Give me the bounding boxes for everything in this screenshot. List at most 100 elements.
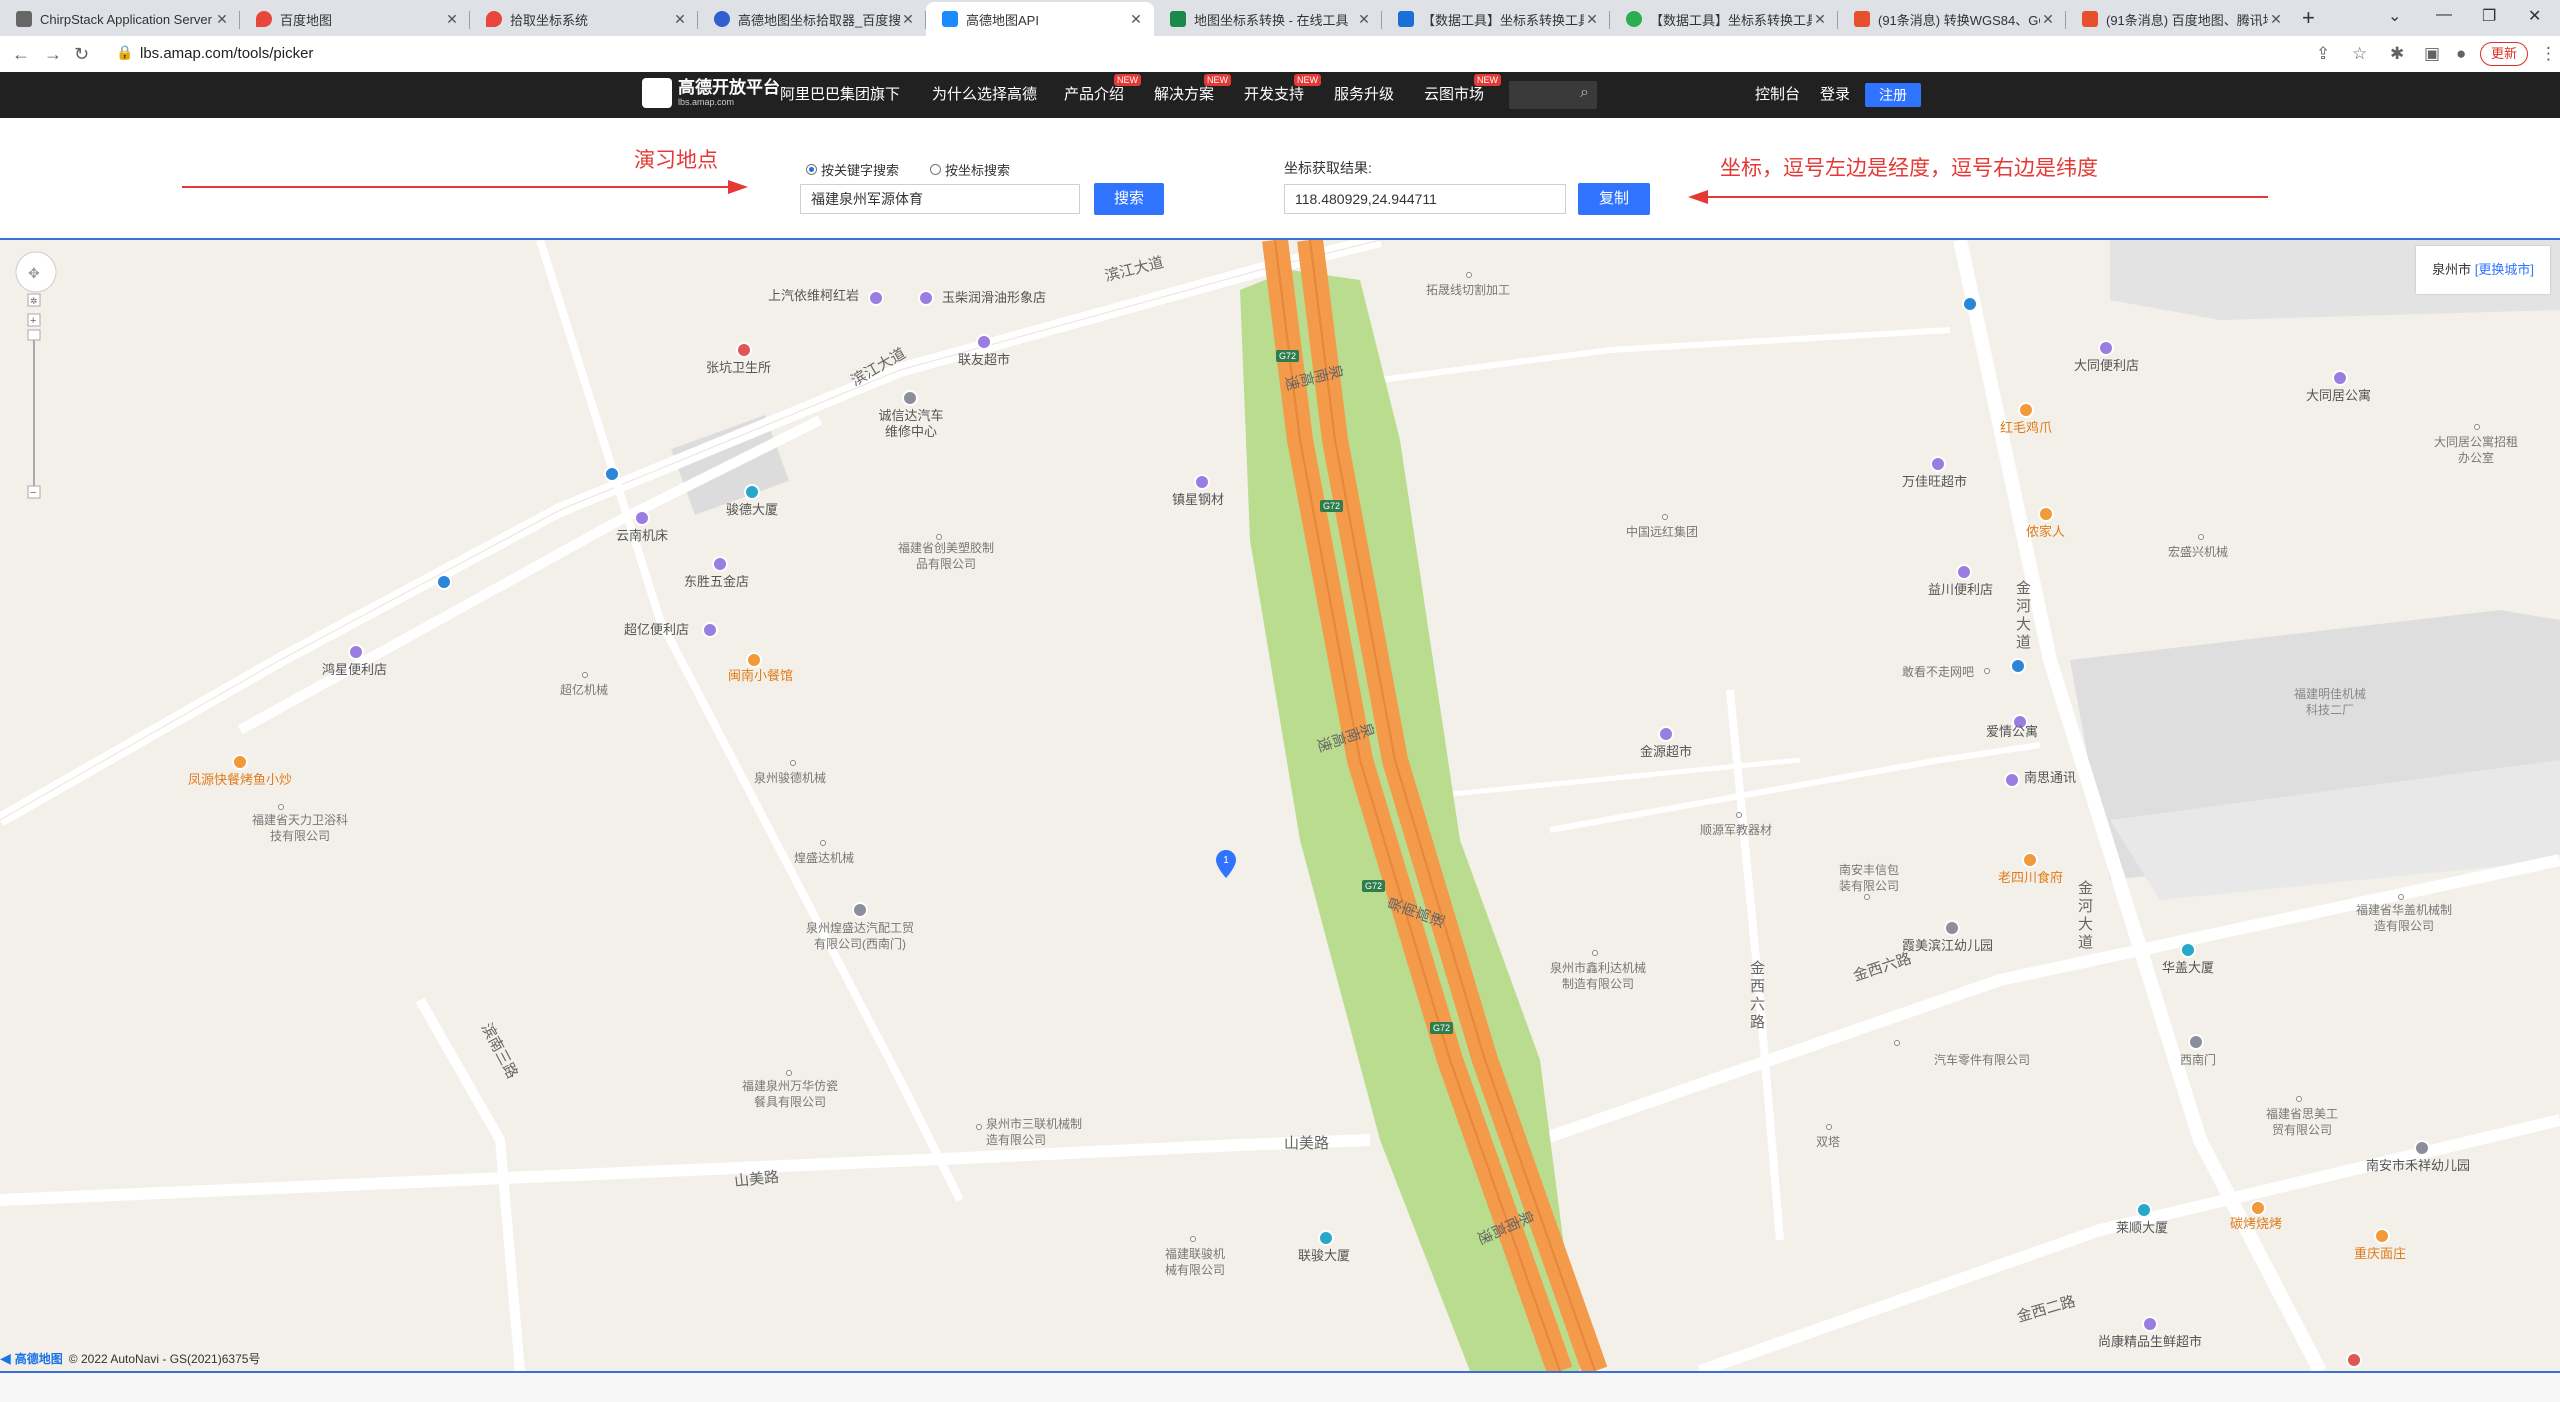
nav-item-service-upgrade[interactable]: 服务升级 <box>1334 72 1394 118</box>
lock-icon[interactable]: 🔒 <box>116 44 133 61</box>
poi-label[interactable]: 敢看不走网吧 <box>1902 664 1974 680</box>
radio-keyword-search[interactable]: 按关键字搜索 <box>806 160 899 179</box>
poi-label[interactable]: 西南门 <box>2180 1052 2216 1068</box>
poi-label[interactable]: 福建省天力卫浴科技有限公司 <box>250 812 350 844</box>
poi-label[interactable]: 南思通讯 <box>2024 770 2076 786</box>
poi-label[interactable]: 老四川食府 <box>1998 870 2063 886</box>
nav-login-link[interactable]: 登录 <box>1820 72 1850 118</box>
poi-label[interactable]: 大同居公寓 <box>2306 388 2371 404</box>
poi-label[interactable]: 福建泉州万华仿瓷餐具有限公司 <box>740 1078 840 1110</box>
poi-label[interactable]: 莱顺大厦 <box>2116 1220 2168 1236</box>
city-switcher[interactable]: 泉州市 [更换城市] <box>2416 246 2550 294</box>
poi-label[interactable]: 华盖大厦 <box>2162 960 2214 976</box>
poi-label[interactable]: 汽车零件有限公司 <box>1934 1052 2030 1068</box>
radio-coord-search[interactable]: 按坐标搜索 <box>930 160 1010 179</box>
poi-label[interactable]: 闽南小餐馆 <box>728 668 793 684</box>
url-field[interactable]: lbs.amap.com/tools/picker <box>140 36 313 72</box>
poi-label[interactable]: 泉州市鑫利达机械制造有限公司 <box>1548 960 1648 992</box>
close-icon[interactable]: ✕ <box>1356 11 1372 28</box>
window-close-icon[interactable]: ✕ <box>2528 6 2541 26</box>
tab-data-tool-2[interactable]: 【数据工具】坐标系转换工具V ✕ <box>1610 2 1838 36</box>
profile-avatar-icon[interactable]: ● <box>2456 44 2466 64</box>
chevron-down-icon[interactable]: ⌄ <box>2388 6 2401 26</box>
poi-label[interactable]: 拓晟线切割加工 <box>1426 282 1510 298</box>
map-canvas[interactable]: ✥ + − ✲ 泉州市 [更换城市] 滨江大道 滨江大道 泉南高速 泉南高速 泉… <box>0 240 2560 1371</box>
poi-label[interactable]: 红毛鸡爪 <box>2000 420 2052 436</box>
tab-amap-api[interactable]: 高德地图API ✕ <box>926 2 1154 36</box>
sidebar-icon[interactable]: ▣ <box>2424 44 2440 64</box>
poi-label[interactable]: 顺源军教器材 <box>1700 822 1772 838</box>
minimize-icon[interactable]: — <box>2436 6 2452 24</box>
tab-baidu-map[interactable]: 百度地图 ✕ <box>240 2 470 36</box>
close-icon[interactable]: ✕ <box>214 11 230 28</box>
forward-arrow-icon[interactable]: → <box>44 44 62 65</box>
new-tab-plus-icon[interactable]: + <box>2302 7 2315 29</box>
star-icon[interactable]: ☆ <box>2352 44 2367 64</box>
extensions-icon[interactable]: ✱ <box>2390 44 2404 64</box>
close-icon[interactable]: ✕ <box>1584 11 1600 28</box>
tab-pick-coord[interactable]: 拾取坐标系统 ✕ <box>470 2 698 36</box>
poi-label[interactable]: 镇星钢材 <box>1172 492 1224 508</box>
poi-label[interactable]: 双塔 <box>1816 1134 1840 1150</box>
poi-label[interactable]: 联友超市 <box>958 352 1010 368</box>
poi-label[interactable]: 泉州骏德机械 <box>754 770 826 786</box>
nav-console-link[interactable]: 控制台 <box>1755 72 1800 118</box>
poi-label[interactable]: 泉州市三联机械制造有限公司 <box>986 1116 1082 1148</box>
poi-label[interactable]: 超亿便利店 <box>624 622 689 638</box>
poi-label[interactable]: 金源超市 <box>1640 744 1692 760</box>
back-arrow-icon[interactable]: ← <box>12 44 30 65</box>
poi-label[interactable]: 福建省思美工贸有限公司 <box>2262 1106 2342 1138</box>
poi-label[interactable]: 福建联骏机械有限公司 <box>1160 1246 1230 1278</box>
restore-icon[interactable]: ❐ <box>2482 6 2496 26</box>
tab-baidu-search[interactable]: 高德地图坐标拾取器_百度搜索 ✕ <box>698 2 926 36</box>
poi-label[interactable]: 福建省华盖机械制造有限公司 <box>2354 902 2454 934</box>
poi-label[interactable]: 侬家人 <box>2026 524 2065 540</box>
poi-label[interactable]: 益川便利店 <box>1928 582 1993 598</box>
poi-label[interactable]: 云南机床 <box>616 528 668 544</box>
poi-label[interactable]: 玉柴润滑油形象店 <box>942 290 1046 306</box>
register-button[interactable]: 注册 <box>1865 83 1921 107</box>
poi-label[interactable]: 联骏大厦 <box>1298 1248 1350 1264</box>
location-marker-icon[interactable]: 1 <box>1216 850 1236 878</box>
copy-button[interactable]: 复制 <box>1578 183 1650 215</box>
poi-label[interactable]: 东胜五金店 <box>684 574 749 590</box>
poi-label[interactable]: 霞美滨江幼儿园 <box>1902 938 1993 954</box>
reload-icon[interactable]: ↻ <box>74 44 89 65</box>
update-button[interactable]: 更新 <box>2480 42 2529 66</box>
poi-label[interactable]: 张坑卫生所 <box>706 360 771 376</box>
tab-csdn-1[interactable]: (91条消息) 转换WGS84、GCJ ✕ <box>1838 2 2066 36</box>
poi-label[interactable]: 宏盛兴机械 <box>2168 544 2228 560</box>
poi-label[interactable]: 鸿星便利店 <box>322 662 387 678</box>
search-button[interactable]: 搜索 <box>1094 183 1164 215</box>
close-icon[interactable]: ✕ <box>900 11 916 28</box>
zoom-slider-icon[interactable]: + − ✲ <box>16 254 56 524</box>
poi-label[interactable]: 尚康精品生鲜超市 <box>2098 1334 2202 1350</box>
close-icon[interactable]: ✕ <box>1812 11 1828 28</box>
poi-label[interactable]: 碳烤烧烤 <box>2230 1216 2282 1232</box>
poi-label[interactable]: 上汽依维柯红岩 <box>768 288 859 304</box>
amap-open-platform-logo[interactable]: 高德开放平台 lbs.amap.com <box>642 78 780 108</box>
tab-coord-convert[interactable]: 地图坐标系转换 - 在线工具 ✕ <box>1154 2 1382 36</box>
poi-label[interactable]: 中国远红集团 <box>1626 524 1698 540</box>
nav-search-box[interactable]: ⌕ <box>1509 81 1597 109</box>
keyword-search-input[interactable]: 福建泉州军源体育 <box>800 184 1080 214</box>
close-icon[interactable]: ✕ <box>2268 11 2284 28</box>
poi-label[interactable]: 爱情公寓 <box>1986 724 2038 740</box>
poi-label[interactable]: 大同便利店 <box>2074 358 2139 374</box>
poi-label[interactable]: 福建明佳机械科技二厂 <box>2290 686 2370 718</box>
tab-chirpstack[interactable]: ChirpStack Application Server ✕ <box>0 2 240 36</box>
poi-label[interactable]: 煌盛达机械 <box>794 850 854 866</box>
poi-label[interactable]: 南安丰信包装有限公司 <box>1834 862 1904 894</box>
nav-item-why-amap[interactable]: 为什么选择高德 <box>932 72 1037 118</box>
more-menu-icon[interactable]: ⋮ <box>2540 44 2557 64</box>
poi-label[interactable]: 重庆面庄 <box>2354 1246 2406 1262</box>
close-icon[interactable]: ✕ <box>1128 11 1144 28</box>
tab-csdn-2[interactable]: (91条消息) 百度地图、腾讯地图 ✕ <box>2066 2 2294 36</box>
poi-label[interactable]: 诚信达汽车维修中心 <box>876 408 946 440</box>
close-icon[interactable]: ✕ <box>2040 11 2056 28</box>
share-icon[interactable]: ⇪ <box>2316 44 2330 64</box>
poi-label[interactable]: 超亿机械 <box>560 682 608 698</box>
poi-label[interactable]: 福建省创美塑胶制品有限公司 <box>896 540 996 572</box>
close-icon[interactable]: ✕ <box>672 11 688 28</box>
poi-label[interactable]: 万佳旺超市 <box>1902 474 1967 490</box>
